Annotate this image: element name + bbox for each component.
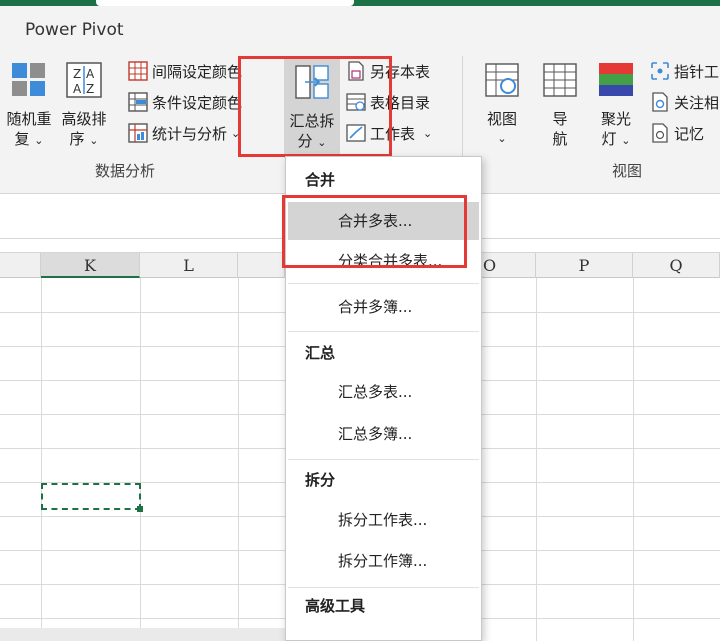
- advanced-sort-label-2: 序: [69, 130, 85, 148]
- navigation-label-1: 导: [552, 110, 568, 128]
- view-button[interactable]: 视图 ⌄: [478, 60, 526, 149]
- menu-item-merge-workbooks[interactable]: 合并多簿...: [288, 288, 479, 326]
- fill-handle[interactable]: [137, 506, 143, 512]
- section-header-split: 拆分: [305, 471, 336, 489]
- menu-item-summary-workbooks[interactable]: 汇总多簿...: [288, 415, 479, 453]
- section-header-advanced-tools: 高级工具: [305, 597, 366, 615]
- highlight-box-ribbon: [238, 56, 392, 157]
- menu-separator: [288, 283, 479, 284]
- interval-color-label: 间隔设定颜色: [152, 62, 243, 81]
- group-label-data-analysis: 数据分析: [95, 162, 156, 180]
- menu-bar: Power Pivot: [0, 10, 720, 48]
- grid-line: [536, 278, 537, 641]
- chevron-down-icon: ⌄: [621, 134, 631, 147]
- sheet-tab-bar: [0, 628, 285, 641]
- spotlight-label-2: 灯: [601, 130, 617, 148]
- stats-analysis-label: 统计与分析: [152, 124, 228, 143]
- grid-line: [633, 278, 634, 641]
- view-magnifier-icon: [485, 63, 519, 97]
- svg-text:A: A: [73, 82, 82, 96]
- random-repeat-label-1: 随机重: [6, 110, 52, 128]
- follow-icon: [652, 92, 668, 112]
- view-label: 视图: [486, 110, 517, 128]
- advanced-sort-label-1: 高级排: [61, 110, 107, 128]
- chevron-down-icon: ⌄: [423, 126, 433, 140]
- group-label-view: 视图: [612, 162, 643, 180]
- column-header-m[interactable]: [238, 253, 285, 278]
- highlight-box-menu: [282, 195, 467, 268]
- svg-text:A: A: [86, 67, 95, 81]
- column-header-o[interactable]: O: [482, 253, 536, 278]
- selected-cell[interactable]: [41, 483, 143, 512]
- condition-color-icon: [128, 92, 148, 112]
- advanced-sort-button[interactable]: Z A A Z 高级排 序 ⌄: [56, 60, 112, 151]
- pointer-icon: [651, 62, 669, 80]
- title-strip: [0, 0, 720, 10]
- tab-power-pivot[interactable]: Power Pivot: [25, 20, 124, 40]
- sort-az-icon: Z A A Z: [66, 62, 102, 98]
- condition-color-label: 条件设定颜色: [152, 93, 243, 112]
- spotlight-label-1: 聚光: [600, 110, 631, 128]
- follow-label: 关注相: [674, 93, 720, 112]
- svg-text:Z: Z: [73, 67, 81, 81]
- chevron-down-icon: ⌄: [497, 132, 507, 145]
- random-repeat-button[interactable]: 随机重 复 ⌄: [4, 60, 54, 151]
- spotlight-button[interactable]: 聚光 灯 ⌄: [594, 60, 638, 151]
- random-repeat-label-2: 复: [14, 130, 30, 148]
- column-header-j[interactable]: [0, 253, 41, 278]
- random-grid-icon: [12, 63, 45, 96]
- condition-color-button[interactable]: 条件设定颜色: [128, 89, 242, 115]
- column-header-l[interactable]: L: [140, 253, 238, 278]
- memory-label: 记忆: [674, 124, 705, 143]
- chevron-down-icon: ⌄: [89, 134, 99, 147]
- memory-icon: [652, 123, 668, 143]
- grid-line: [238, 278, 239, 641]
- pointer-label: 指针工: [674, 62, 720, 81]
- grid-line: [41, 278, 42, 641]
- menu-separator: [288, 331, 479, 332]
- interval-color-button[interactable]: 间隔设定颜色: [128, 58, 242, 84]
- svg-text:Z: Z: [86, 82, 94, 96]
- grid-line: [140, 278, 141, 641]
- title-tab-notch: [96, 0, 354, 6]
- navigation-button[interactable]: 导 航: [538, 60, 582, 149]
- menu-item-split-worksheet[interactable]: 拆分工作表...: [288, 501, 479, 539]
- pointer-button[interactable]: 指针工: [650, 58, 719, 84]
- follow-button[interactable]: 关注相: [650, 89, 719, 115]
- spotlight-icon: [599, 63, 633, 96]
- navigation-label-2: 航: [552, 130, 568, 148]
- menu-separator: [288, 459, 479, 460]
- menu-item-split-workbook[interactable]: 拆分工作簿...: [288, 542, 479, 580]
- menu-item-summary-sheets[interactable]: 汇总多表...: [288, 373, 479, 411]
- stats-icon: [128, 123, 148, 143]
- navigation-grid-icon: [543, 63, 577, 97]
- column-header-k[interactable]: K: [41, 253, 140, 278]
- memory-button[interactable]: 记忆: [650, 120, 704, 146]
- stats-analysis-button[interactable]: 统计与分析 ⌄: [128, 120, 240, 146]
- menu-separator: [288, 587, 479, 588]
- column-header-p[interactable]: P: [536, 253, 633, 278]
- section-header-summary: 汇总: [305, 344, 336, 362]
- chevron-down-icon: ⌄: [34, 134, 44, 147]
- column-header-q[interactable]: Q: [633, 253, 720, 278]
- interval-color-icon: [128, 61, 148, 81]
- section-header-merge: 合并: [305, 171, 336, 189]
